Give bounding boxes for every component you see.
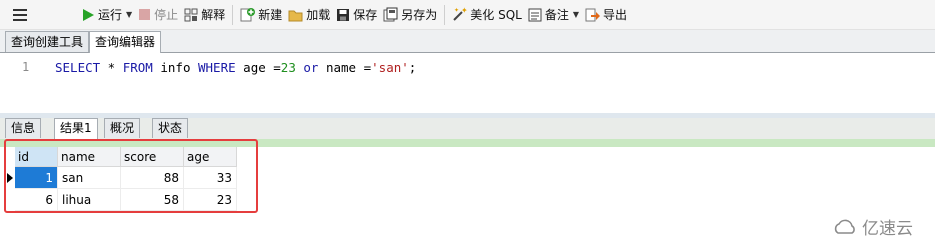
svg-text:✦: ✦ — [461, 7, 467, 15]
table-cell[interactable]: lihua — [58, 189, 121, 211]
new-query-icon — [240, 8, 256, 22]
save-label: 保存 — [353, 8, 378, 22]
table-cell[interactable]: 33 — [184, 167, 237, 189]
tab-query-editor[interactable]: 查询编辑器 — [89, 31, 162, 53]
sql-string: 'san' — [371, 60, 409, 75]
load-button[interactable]: 加载 — [285, 3, 333, 27]
column-header-name[interactable]: name — [58, 147, 121, 167]
notes-icon — [528, 8, 542, 21]
load-label: 加载 — [306, 8, 331, 22]
save-as-icon — [383, 7, 398, 22]
sql-keyword: WHERE — [198, 60, 236, 75]
tab-status[interactable]: 状态 — [152, 118, 189, 138]
stop-button[interactable]: 停止 — [135, 3, 181, 27]
folder-icon — [288, 10, 303, 21]
line-gutter: 1 — [0, 53, 40, 115]
save-as-button[interactable]: 另存为 — [380, 3, 440, 27]
magic-wand-icon: ✦✦ — [453, 7, 467, 21]
line-number: 1 — [22, 60, 30, 74]
column-header-id[interactable]: id — [15, 147, 58, 167]
tab-overview[interactable]: 概况 — [104, 118, 141, 138]
watermark: 亿速云 — [832, 214, 913, 239]
editor-tab-bar: 查询创建工具 查询编辑器 — [0, 30, 935, 53]
watermark-text: 亿速云 — [862, 219, 913, 239]
cloud-logo-icon — [834, 219, 855, 234]
table-cell[interactable]: san — [58, 167, 121, 189]
column-header-score[interactable]: score — [121, 147, 184, 167]
new-label: 新建 — [258, 8, 283, 22]
run-label: 运行 — [98, 8, 123, 22]
svg-text:✦: ✦ — [454, 7, 459, 14]
explain-button[interactable]: 解释 — [181, 3, 228, 27]
result-tab-bar: 信息 结果1 概况 状态 — [0, 118, 935, 139]
export-button[interactable]: 导出 — [582, 3, 630, 27]
stop-label: 停止 — [154, 8, 179, 22]
table-cell[interactable]: 88 — [121, 167, 184, 189]
new-button[interactable]: 新建 — [237, 3, 285, 27]
toolbar-divider — [232, 4, 234, 25]
toolbar-divider — [444, 4, 446, 25]
column-header-age[interactable]: age — [184, 147, 237, 167]
sql-editor[interactable]: 1 SELECT * FROM info WHERE age =23 or na… — [0, 53, 935, 115]
sql-text: * — [100, 60, 123, 75]
notes-button[interactable]: 备注 ▼ — [525, 3, 582, 27]
save-icon — [337, 8, 350, 21]
tab-info[interactable]: 信息 — [5, 118, 42, 138]
explain-label: 解释 — [201, 8, 226, 22]
stop-icon — [139, 9, 151, 20]
export-icon — [585, 8, 601, 21]
beautify-sql-label: 美化 SQL — [470, 8, 522, 22]
notes-label: 备注 — [544, 8, 569, 22]
sql-text: name = — [318, 60, 372, 75]
hamburger-icon — [13, 8, 27, 21]
run-button[interactable]: 运行 ▼ — [78, 3, 135, 27]
table-cell[interactable]: 1 — [15, 167, 58, 189]
menu-button[interactable] — [10, 3, 56, 27]
table-cell[interactable]: 23 — [184, 189, 237, 211]
sql-keyword: or — [303, 60, 319, 75]
save-button[interactable]: 保存 — [333, 3, 380, 27]
notes-dropdown-icon[interactable]: ▼ — [573, 10, 579, 19]
sql-code-line[interactable]: SELECT * FROM info WHERE age =23 or name… — [55, 60, 416, 75]
sql-number: 23 — [280, 60, 296, 75]
beautify-sql-button[interactable]: ✦ ✦ 美化 SQL — [449, 3, 525, 27]
export-label: 导出 — [603, 8, 628, 22]
row-pointer-icon — [7, 173, 13, 183]
current-row-indicator — [6, 167, 15, 189]
explain-icon — [184, 8, 198, 21]
sql-keyword: FROM — [122, 60, 153, 75]
sql-keyword: SELECT — [55, 60, 101, 75]
sql-text: age = — [235, 60, 281, 75]
play-icon — [83, 8, 94, 21]
toolbar: 运行 ▼ 停止 解释 新建 加载 保存 另存为 ✦ ✦ 美化 SQL 备注 ▼ 导… — [0, 0, 935, 30]
table-cell[interactable]: 6 — [15, 189, 58, 211]
save-as-label: 另存为 — [401, 8, 438, 22]
tab-result-1[interactable]: 结果1 — [54, 118, 98, 139]
sql-text: ; — [408, 60, 417, 75]
run-dropdown-icon[interactable]: ▼ — [126, 10, 132, 19]
tab-query-builder[interactable]: 查询创建工具 — [5, 31, 90, 52]
result-toolbar — [0, 139, 935, 147]
table-cell[interactable]: 58 — [121, 189, 184, 211]
sql-text: info — [152, 60, 198, 75]
